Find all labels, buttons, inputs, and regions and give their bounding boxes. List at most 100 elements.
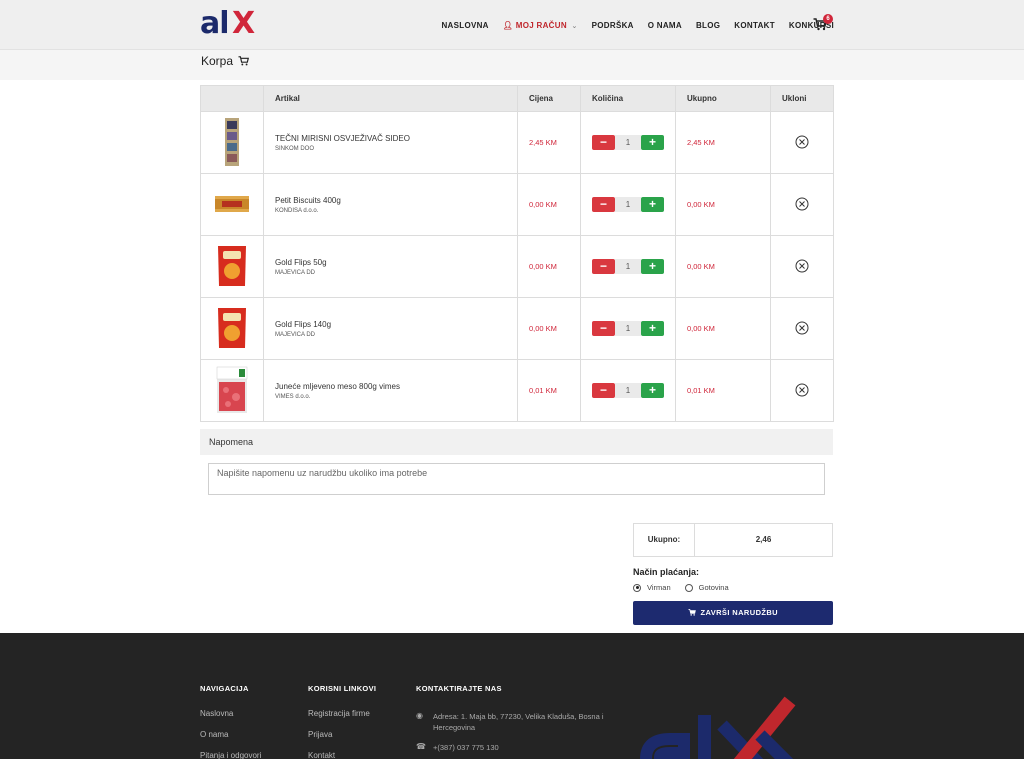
quantity-value[interactable]: 1 bbox=[615, 383, 641, 398]
total-label: Ukupno: bbox=[634, 524, 695, 556]
payment-label-gotovina[interactable]: Gotovina bbox=[699, 583, 729, 592]
footer-contact-title: KONTAKTIRAJTE NAS bbox=[416, 684, 502, 693]
nav-podrska[interactable]: PODRŠKA bbox=[592, 21, 634, 30]
nav-kontakt[interactable]: KONTAKT bbox=[734, 21, 775, 30]
product-image-cell bbox=[200, 111, 264, 174]
decrease-quantity-button[interactable]: − bbox=[592, 259, 615, 274]
order-total-box: Ukupno: 2,46 bbox=[633, 523, 833, 557]
table-header-row: Artikal Cijena Količina Ukupno Ukloni bbox=[200, 85, 834, 112]
remove-item-icon[interactable] bbox=[795, 259, 809, 273]
product-image[interactable] bbox=[216, 305, 248, 351]
nav-blog[interactable]: BLOG bbox=[696, 21, 720, 30]
order-note-textarea[interactable] bbox=[208, 463, 825, 495]
product-name[interactable]: Gold Flips 50g bbox=[275, 258, 517, 267]
product-price: 0,00 KM bbox=[517, 173, 581, 236]
payment-label-virman[interactable]: Virman bbox=[647, 583, 671, 592]
product-info-cell: Juneće mljeveno meso 800g vimes VIMES d.… bbox=[263, 359, 518, 422]
product-name[interactable]: Juneće mljeveno meso 800g vimes bbox=[275, 382, 517, 391]
remove-cell bbox=[770, 111, 834, 174]
increase-quantity-button[interactable]: + bbox=[641, 259, 664, 274]
decrease-quantity-button[interactable]: − bbox=[592, 321, 615, 336]
total-value: 2,46 bbox=[755, 535, 772, 544]
footer-link-prijava[interactable]: Prijava bbox=[308, 730, 332, 739]
payment-radio-gotovina[interactable] bbox=[684, 583, 693, 592]
phone-icon: ☎︎ bbox=[416, 742, 426, 751]
product-image[interactable] bbox=[214, 190, 250, 218]
quantity-stepper: − 1 + bbox=[592, 135, 675, 150]
footer-link-o-nama[interactable]: O nama bbox=[200, 730, 228, 739]
site-footer: NAVIGACIJA Naslovna O nama Pitanja i odg… bbox=[0, 633, 1024, 759]
cart-count-badge: 6 bbox=[823, 14, 833, 24]
header-cart-button[interactable]: 6 bbox=[813, 14, 833, 34]
increase-quantity-button[interactable]: + bbox=[641, 383, 664, 398]
remove-item-icon[interactable] bbox=[795, 383, 809, 397]
footer-phone[interactable]: +(387) 037 775 130 bbox=[433, 742, 499, 753]
payment-method-title: Način plaćanja: bbox=[633, 567, 700, 577]
finish-order-button[interactable]: ZAVRŠI NARUDŽBU bbox=[633, 601, 833, 625]
nav-o-nama[interactable]: O NAMA bbox=[648, 21, 682, 30]
payment-radio-virman[interactable] bbox=[633, 583, 641, 592]
note-section-title: Napomena bbox=[200, 429, 833, 455]
col-image-header bbox=[200, 85, 264, 112]
cart-icon bbox=[238, 56, 250, 66]
product-image[interactable] bbox=[216, 243, 248, 289]
increase-quantity-button[interactable]: + bbox=[641, 197, 664, 212]
product-image[interactable] bbox=[215, 365, 249, 415]
page-title-bar bbox=[0, 50, 1024, 80]
product-price: 0,01 KM bbox=[517, 359, 581, 422]
cart-icon bbox=[688, 609, 696, 616]
quantity-cell: − 1 + bbox=[580, 297, 676, 360]
footer-link-kontakt[interactable]: Kontakt bbox=[308, 751, 335, 759]
increase-quantity-button[interactable]: + bbox=[641, 321, 664, 336]
quantity-value[interactable]: 1 bbox=[615, 135, 641, 150]
location-pin-icon: ◉ bbox=[416, 711, 423, 720]
user-icon: 👤︎ bbox=[502, 20, 514, 30]
remove-cell bbox=[770, 235, 834, 298]
table-row: Gold Flips 50g MAJEVICA DD 0,00 KM − 1 +… bbox=[200, 235, 834, 298]
quantity-value[interactable]: 1 bbox=[615, 259, 641, 274]
site-logo[interactable]: al X bbox=[200, 6, 256, 41]
product-name[interactable]: Petit Biscuits 400g bbox=[275, 196, 517, 205]
remove-item-icon[interactable] bbox=[795, 197, 809, 211]
footer-address: Adresa: 1. Maja bb, 77230, Velika Kladuš… bbox=[433, 712, 604, 732]
product-info-cell: Petit Biscuits 400g KONDISA d.o.o. bbox=[263, 173, 518, 236]
footer-link-naslovna[interactable]: Naslovna bbox=[200, 709, 233, 718]
quantity-value[interactable]: 1 bbox=[615, 321, 641, 336]
product-info-cell: Gold Flips 140g MAJEVICA DD bbox=[263, 297, 518, 360]
cart-table: Artikal Cijena Količina Ukupno Ukloni TE… bbox=[200, 85, 834, 422]
logo-x-mark: X bbox=[232, 6, 256, 41]
product-image[interactable] bbox=[224, 117, 240, 167]
chevron-down-icon: ⌄ bbox=[571, 22, 578, 30]
nav-naslovna[interactable]: NASLOVNA bbox=[441, 21, 488, 30]
product-total: 0,01 KM bbox=[675, 359, 771, 422]
footer-link-registracija[interactable]: Registracija firme bbox=[308, 709, 370, 718]
page-title: Korpa bbox=[201, 54, 250, 68]
decrease-quantity-button[interactable]: − bbox=[592, 383, 615, 398]
product-name[interactable]: TEČNI MIRISNI OSVJEŽIVAČ SIDEO bbox=[275, 134, 517, 143]
quantity-stepper: − 1 + bbox=[592, 197, 675, 212]
remove-cell bbox=[770, 297, 834, 360]
footer-nav-title: NAVIGACIJA bbox=[200, 684, 249, 693]
remove-item-icon[interactable] bbox=[795, 321, 809, 335]
product-vendor: VIMES d.o.o. bbox=[275, 393, 311, 400]
product-price: 2,45 KM bbox=[517, 111, 581, 174]
product-image-cell bbox=[200, 235, 264, 298]
footer-link-pitanja[interactable]: Pitanja i odgovori bbox=[200, 751, 261, 759]
remove-item-icon[interactable] bbox=[795, 135, 809, 149]
product-vendor: MAJEVICA DD bbox=[275, 331, 316, 338]
table-row: Petit Biscuits 400g KONDISA d.o.o. 0,00 … bbox=[200, 173, 834, 236]
product-name[interactable]: Gold Flips 140g bbox=[275, 320, 517, 329]
top-navbar: al X NASLOVNA 👤︎ MOJ RAČUN ⌄ PODRŠKA O N… bbox=[0, 0, 1024, 50]
decrease-quantity-button[interactable]: − bbox=[592, 135, 615, 150]
footer-links-title: KORISNI LINKOVI bbox=[308, 684, 377, 693]
quantity-value[interactable]: 1 bbox=[615, 197, 641, 212]
decrease-quantity-button[interactable]: − bbox=[592, 197, 615, 212]
quantity-cell: − 1 + bbox=[580, 235, 676, 298]
product-info-cell: Gold Flips 50g MAJEVICA DD bbox=[263, 235, 518, 298]
nav-moj-racun-label: MOJ RAČUN bbox=[515, 20, 567, 30]
remove-cell bbox=[770, 359, 834, 422]
nav-moj-racun[interactable]: 👤︎ MOJ RAČUN ⌄ bbox=[503, 21, 578, 30]
footer-logo bbox=[640, 696, 796, 759]
increase-quantity-button[interactable]: + bbox=[641, 135, 664, 150]
product-price: 0,00 KM bbox=[517, 297, 581, 360]
